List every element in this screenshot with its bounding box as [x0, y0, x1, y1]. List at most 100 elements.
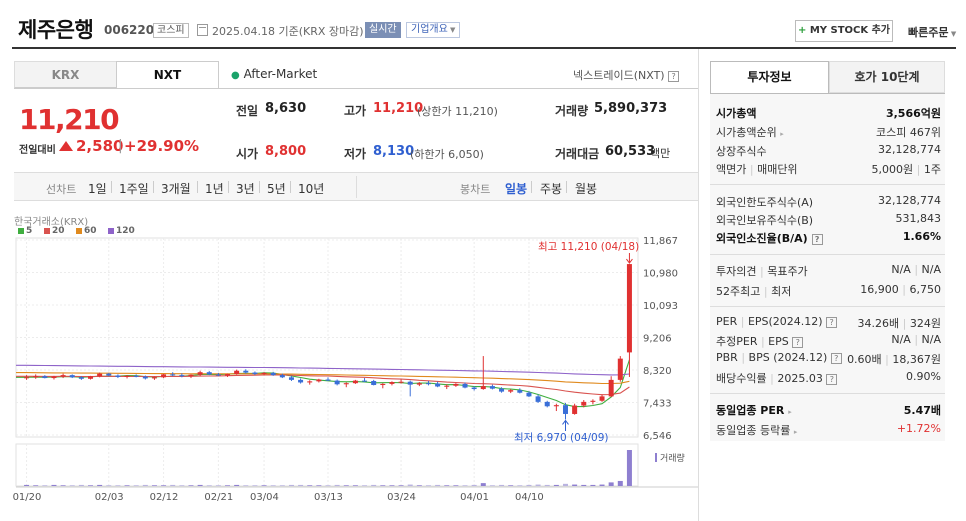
candle-body: [206, 372, 212, 375]
candle-body: [161, 374, 167, 378]
candle-body: [179, 375, 185, 377]
price-chart[interactable]: 11,867 10,980 10,093 9,206 8,320 7,433 6,546 01…: [0, 0, 700, 521]
candle-body: [133, 375, 139, 377]
y-tick-label: 10,093: [643, 301, 678, 312]
info-divider: [710, 306, 945, 307]
info-key: PER | EPS(2024.12) ?: [716, 315, 838, 328]
help-icon[interactable]: ?: [792, 336, 804, 348]
candle-body: [352, 380, 358, 384]
volume-label: 거래량: [660, 452, 685, 464]
x-tick-label: 02/12: [150, 492, 179, 503]
high-annotation: 최고 11,210 (04/18): [538, 241, 639, 253]
volume-bar: [298, 484, 304, 486]
volume-bar: [562, 483, 568, 486]
info-row: 액면가 | 매매단위 5,000원 | 1주: [716, 161, 941, 178]
candle-body: [508, 390, 514, 392]
info-row: 외국인보유주식수(B) 531,843: [716, 212, 941, 229]
x-tick-label: 02/03: [95, 492, 124, 503]
volume-bar: [51, 484, 57, 486]
candle-body: [298, 379, 304, 383]
info-divider: [710, 184, 945, 185]
candle-body: [572, 405, 578, 414]
info-key: 52주최고 | 최저: [716, 285, 792, 298]
candle-body: [389, 382, 395, 384]
volume-bar: [334, 484, 340, 486]
volume-bar: [279, 485, 285, 486]
volume-bar: [416, 485, 422, 486]
candle-body: [270, 372, 276, 376]
info-row: 시가총액 3,566억원: [716, 105, 941, 122]
info-row: 52주최고 | 최저 16,900 | 6,750: [716, 283, 941, 300]
help-icon[interactable]: ?: [826, 373, 838, 385]
candle-body: [380, 383, 386, 386]
candle-body: [307, 381, 313, 383]
volume-bar: [69, 485, 75, 486]
help-icon[interactable]: ?: [826, 316, 838, 328]
volume-bar: [307, 485, 313, 486]
candle-body: [252, 372, 258, 375]
x-tick-label: 04/01: [460, 492, 489, 503]
candle-body: [33, 376, 39, 378]
candle-body: [343, 383, 349, 385]
tab-order-book[interactable]: 호가 10단계: [829, 61, 945, 93]
candle-body: [170, 374, 176, 376]
volume-bar: [581, 484, 587, 486]
info-key: 시가총액순위 ▸: [716, 126, 784, 139]
candle-body: [288, 377, 294, 380]
info-row: 추정PER | EPS ? N/A | N/A: [716, 333, 941, 350]
info-value: 32,128,774: [878, 143, 941, 156]
volume-bar: [234, 484, 240, 486]
info-value: 3,566억원: [885, 107, 941, 120]
candle-body: [407, 381, 413, 385]
candle-body: [535, 396, 541, 402]
volume-bar: [435, 484, 441, 486]
candle-body: [124, 375, 130, 377]
info-key: 상장주식수: [716, 145, 767, 158]
info-key: 추정PER | EPS ?: [716, 333, 804, 349]
info-value: 5.47배: [903, 404, 941, 417]
chevron-down-icon: ▼: [948, 30, 957, 38]
add-my-stock-button[interactable]: + MY STOCK 추가: [795, 20, 893, 42]
candle-body: [115, 375, 121, 377]
volume-bar: [106, 485, 112, 486]
volume-bar: [553, 484, 559, 486]
candle-body: [334, 380, 340, 385]
volume-bar: [42, 485, 48, 486]
volume-bar: [88, 485, 94, 486]
volume-bar: [316, 485, 322, 486]
info-value: 코스피 467위: [876, 126, 941, 139]
help-icon[interactable]: ?: [811, 233, 823, 245]
volume-bar: [544, 484, 550, 486]
help-icon[interactable]: ?: [830, 352, 842, 364]
x-tick-label: 03/24: [387, 492, 416, 503]
volume-bar: [572, 484, 578, 486]
volume-legend-swatch: [655, 453, 657, 462]
info-row: 외국인한도주식수(A) 32,128,774: [716, 194, 941, 211]
info-value: 1.66%: [902, 230, 941, 243]
info-key: 동일업종 등락률 ▸: [716, 424, 798, 437]
y-tick-label: 11,867: [643, 236, 678, 247]
candle-body: [462, 383, 468, 388]
volume-bar: [453, 485, 459, 486]
quick-order-menu[interactable]: 빠른주문 ▼: [908, 24, 956, 40]
volume-bar: [371, 484, 377, 486]
candle-body: [416, 383, 422, 385]
volume-bar: [33, 485, 39, 486]
candle-body: [69, 375, 75, 378]
volume-bar: [161, 485, 167, 486]
tab-investment-info[interactable]: 투자정보: [710, 61, 829, 93]
volume-bar: [252, 485, 258, 486]
volume-bar: [535, 484, 541, 486]
volume-pane-border: [15, 443, 639, 487]
candle-body: [617, 358, 623, 380]
info-row: 시가총액순위 ▸ 코스피 467위: [716, 124, 941, 141]
candle-body: [142, 376, 148, 379]
volume-bar: [352, 485, 358, 486]
ma20-line: [16, 374, 630, 396]
candle-body: [24, 377, 30, 379]
candle-body: [215, 374, 221, 376]
volume-bar: [115, 485, 121, 486]
info-value: 5,000원 | 1주: [871, 163, 941, 176]
info-key: 액면가 | 매매단위: [716, 163, 798, 176]
info-row: 상장주식수 32,128,774: [716, 143, 941, 160]
